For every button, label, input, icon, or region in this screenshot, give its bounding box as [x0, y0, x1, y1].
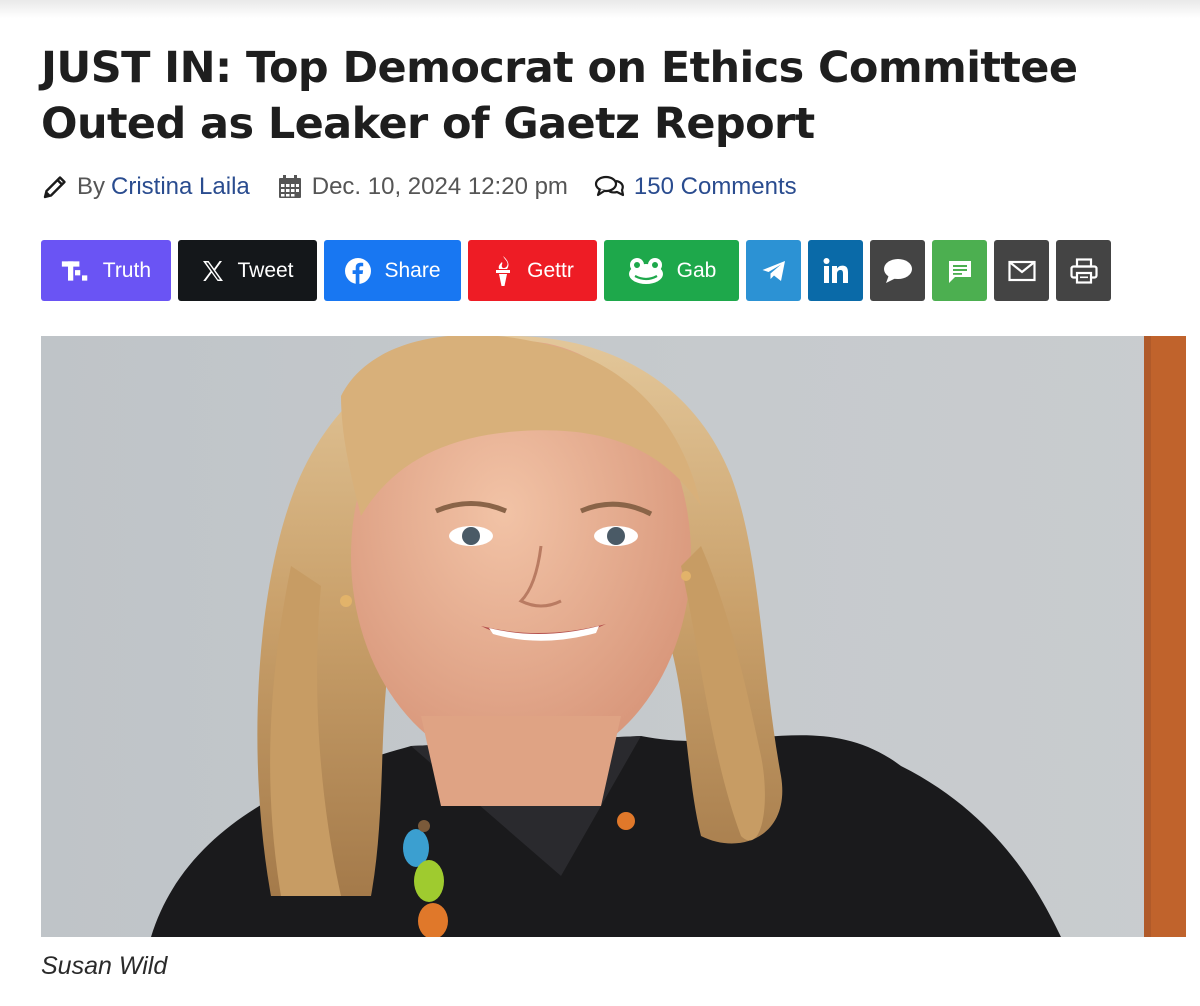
linkedin-share-button[interactable]	[808, 240, 863, 301]
facebook-share-button[interactable]: Share	[324, 240, 461, 301]
comment-count: 150 Comments	[594, 173, 797, 201]
date-text: Dec. 10, 2024 12:20 pm	[311, 173, 568, 200]
comments-link[interactable]: 150 Comments	[634, 173, 797, 201]
gab-frog-icon	[628, 257, 663, 284]
truth-social-icon	[61, 260, 88, 281]
sms-share-button[interactable]	[932, 240, 987, 301]
gab-share-button[interactable]: Gab	[604, 240, 739, 301]
byline-prefix: By	[77, 173, 106, 200]
publish-date: Dec. 10, 2024 12:20 pm	[276, 173, 568, 201]
calendar-icon	[278, 175, 301, 198]
article: JUST IN: Top Democrat on Ethics Committe…	[41, 40, 1186, 980]
printer-icon	[1069, 257, 1098, 284]
truth-share-button[interactable]: Truth	[41, 240, 171, 301]
gettr-share-button[interactable]: Gettr	[468, 240, 597, 301]
facebook-label: Share	[384, 258, 441, 282]
gettr-label: Gettr	[527, 258, 574, 282]
print-share-button[interactable]	[1056, 240, 1111, 301]
author-link[interactable]: Cristina Laila	[111, 173, 250, 201]
article-meta: By Cristina Laila Dec. 10, 2024 12:20 pm	[41, 170, 1161, 204]
telegram-share-button[interactable]	[746, 240, 801, 301]
message-icon	[948, 260, 971, 283]
facebook-icon	[345, 257, 372, 284]
pencil-icon	[43, 176, 66, 199]
byline: By Cristina Laila	[41, 173, 250, 201]
photo-caption: Susan Wild	[41, 952, 168, 980]
article-headline: JUST IN: Top Democrat on Ethics Committe…	[41, 43, 1078, 149]
article-featured-photo	[41, 336, 1186, 937]
gettr-torch-icon	[496, 255, 511, 286]
browser-top-strip	[0, 0, 1200, 18]
tweet-label: Tweet	[237, 258, 294, 282]
envelope-icon	[1007, 260, 1036, 281]
truth-label: Truth	[102, 258, 151, 282]
chat-bubbles-icon	[594, 175, 625, 197]
telegram-icon	[762, 260, 785, 281]
speech-bubble-icon	[883, 258, 912, 283]
linkedin-icon	[823, 257, 848, 283]
tweet-share-button[interactable]: Tweet	[178, 240, 317, 301]
email-share-button[interactable]	[994, 240, 1049, 301]
share-buttons: Truth Tweet Share Gettr Gab	[41, 240, 1111, 301]
portrait-photo	[41, 336, 1186, 937]
gab-label: Gab	[676, 258, 717, 282]
x-logo-icon	[203, 260, 224, 281]
comment-share-button[interactable]	[870, 240, 925, 301]
